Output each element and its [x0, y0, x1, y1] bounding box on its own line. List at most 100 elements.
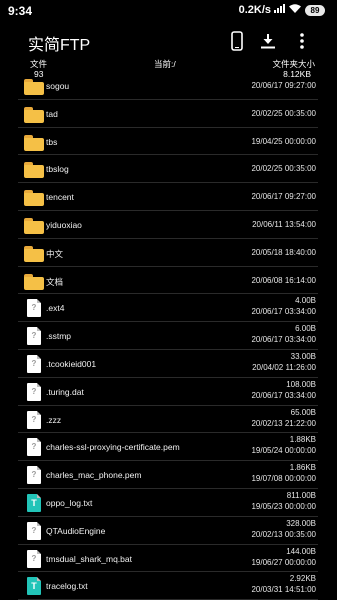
status-time: 9:34	[8, 4, 33, 18]
file-size: 65.00B	[290, 407, 316, 417]
file-date: 20/04/02 11:26:00	[252, 362, 316, 372]
file-date: 20/02/13 21:22:00	[251, 418, 316, 428]
unknown-file-icon: ?	[24, 354, 44, 373]
file-date: 19/05/24 00:00:00	[251, 446, 316, 456]
file-date: 20/06/17 09:27:00	[251, 81, 316, 90]
file-size: 4.00B	[295, 296, 316, 306]
app-title: 实简FTP	[28, 37, 91, 54]
folder-row[interactable]: 文档 20/06/08 16:14:00	[18, 267, 318, 295]
file-date: 19/04/25 00:00:00	[251, 136, 316, 146]
file-size: 108.00B	[286, 379, 316, 389]
file-row[interactable]: ? tmsdual_shark_mq.bat 144.00B 19/06/27 00:…	[18, 545, 318, 573]
file-name: 中文	[46, 248, 64, 259]
file-date: 20/02/25 00:35:00	[251, 164, 316, 174]
file-name: tencent	[46, 192, 74, 203]
file-count-label: 文件	[30, 59, 48, 69]
file-name: charles_mac_phone.pem	[46, 470, 142, 481]
unknown-file-icon: ?	[24, 327, 44, 346]
network-speed: 0.2K/s	[238, 4, 271, 16]
file-date: 20/02/25 00:35:00	[251, 108, 316, 118]
file-name: sogou	[46, 81, 70, 91]
text-file-icon: T	[24, 577, 44, 596]
file-name: tmsdual_shark_mq.bat	[46, 553, 132, 564]
folder-icon	[24, 105, 44, 123]
folder-row[interactable]: tbs 19/04/25 00:00:00	[18, 128, 318, 156]
folder-size-label: 文件夹大小	[272, 59, 315, 69]
file-date: 20/06/17 09:27:00	[251, 192, 316, 202]
file-date: 20/03/31 14:51:00	[251, 585, 316, 595]
app-window: 9:34 0.2K/s 89 实简FTP 文件 93 当前:/ 文件夹大小 8.…	[0, 0, 337, 600]
folder-icon	[24, 160, 44, 179]
file-size: 33.00B	[290, 351, 316, 361]
wifi-icon	[289, 4, 301, 16]
file-date: 20/06/08 16:14:00	[251, 275, 316, 285]
file-size: 811.00B	[286, 490, 316, 500]
file-date: 20/06/17 03:34:00	[251, 390, 316, 400]
file-size: 2.92KB	[289, 574, 316, 584]
file-date: 19/07/08 00:00:00	[251, 474, 316, 484]
file-row[interactable]: ? charles-ssl-proxying-certificate.pem 1.8…	[18, 433, 318, 462]
file-size: 328.00B	[286, 518, 316, 528]
file-size: 1.86KB	[289, 463, 316, 473]
file-name: yiduoxiao	[46, 219, 82, 230]
folder-icon	[24, 244, 44, 262]
folder-row[interactable]: yiduoxiao 20/06/11 13:54:00	[18, 211, 318, 239]
folder-row[interactable]: tbslog 20/02/25 00:35:00	[18, 155, 318, 184]
folder-row[interactable]: tencent 20/06/17 09:27:00	[18, 183, 318, 211]
file-date: 20/05/18 18:40:00	[251, 247, 316, 257]
file-row[interactable]: ? .turing.dat 108.00B 20/06/17 03:34:00	[18, 378, 318, 406]
file-date: 20/02/13 00:35:00	[251, 529, 316, 539]
file-name: .ext4	[46, 303, 65, 314]
folder-icon	[24, 133, 44, 151]
unknown-file-icon: ?	[24, 466, 44, 485]
status-indicators: 0.2K/s 89	[239, 4, 325, 16]
file-name: .tcookieid001	[46, 358, 97, 369]
folder-row[interactable]: 中文 20/05/18 18:40:00	[18, 239, 318, 267]
file-row[interactable]: ? .ext4 4.00B 20/06/17 03:34:00	[18, 294, 318, 323]
folder-icon	[24, 216, 44, 234]
title-bar: 实简FTP	[0, 24, 337, 58]
phone-icon[interactable]	[226, 30, 248, 52]
file-row[interactable]: ? .zzz 65.00B 20/02/13 21:22:00	[18, 406, 318, 434]
folder-icon	[24, 272, 44, 290]
file-name: QTAudioEngine	[46, 525, 106, 536]
folder-row[interactable]: tad 20/02/25 00:35:00	[18, 100, 318, 128]
file-date: 19/06/27 00:00:00	[251, 557, 316, 567]
folder-icon	[24, 188, 44, 207]
file-list: sogou 20/06/17 09:27:00 tad 20/02/25 00:35:…	[18, 72, 318, 600]
file-name: .zzz	[46, 414, 62, 425]
file-name: tbs	[46, 136, 58, 147]
file-name: tracelog.txt	[46, 581, 88, 592]
file-row[interactable]: ? charles_mac_phone.pem 1.86KB 19/07/08 00:…	[18, 461, 318, 489]
battery-icon: 89	[305, 4, 325, 16]
unknown-file-icon: ?	[24, 521, 44, 540]
file-date: 19/05/23 00:00:00	[251, 501, 316, 511]
signal-icon	[274, 4, 286, 16]
file-row[interactable]: ? QTAudioEngine 328.00B 20/02/13 00:35:00	[18, 517, 318, 545]
download-icon[interactable]	[257, 30, 279, 52]
file-name: charles-ssl-proxying-certificate.pem	[46, 442, 180, 453]
more-vert-icon[interactable]	[291, 30, 313, 52]
file-name: oppo_log.txt	[46, 497, 93, 508]
file-date: 20/06/11 13:54:00	[252, 219, 316, 229]
unknown-file-icon: ?	[24, 438, 44, 457]
file-row[interactable]: ? .sstmp 6.00B 20/06/17 03:34:00	[18, 322, 318, 350]
status-bar: 9:34 0.2K/s 89	[0, 0, 337, 22]
file-date: 20/06/17 03:34:00	[251, 335, 316, 345]
unknown-file-icon: ?	[24, 382, 44, 401]
unknown-file-icon: ?	[24, 299, 44, 318]
current-path: 当前:/	[154, 59, 176, 69]
file-size: 6.00B	[295, 324, 316, 334]
file-name: .sstmp	[46, 331, 72, 342]
file-row[interactable]: Toppo_log.txt 811.00B 19/05/23 00:00:00	[18, 489, 318, 517]
text-file-icon: T	[24, 493, 44, 512]
file-row[interactable]: Ttracelog.txt 2.92KB 20/03/31 14:51:00	[18, 572, 318, 600]
unknown-file-icon: ?	[24, 410, 44, 429]
file-size: 144.00B	[286, 546, 316, 556]
unknown-file-icon: ?	[24, 549, 44, 568]
folder-icon	[24, 77, 44, 95]
file-row[interactable]: ? .tcookieid001 33.00B 20/04/02 11:26:00	[18, 350, 318, 378]
file-date: 20/06/17 03:34:00	[251, 307, 316, 317]
folder-row[interactable]: sogou 20/06/17 09:27:00	[18, 72, 318, 100]
file-size: 1.88KB	[289, 435, 316, 445]
